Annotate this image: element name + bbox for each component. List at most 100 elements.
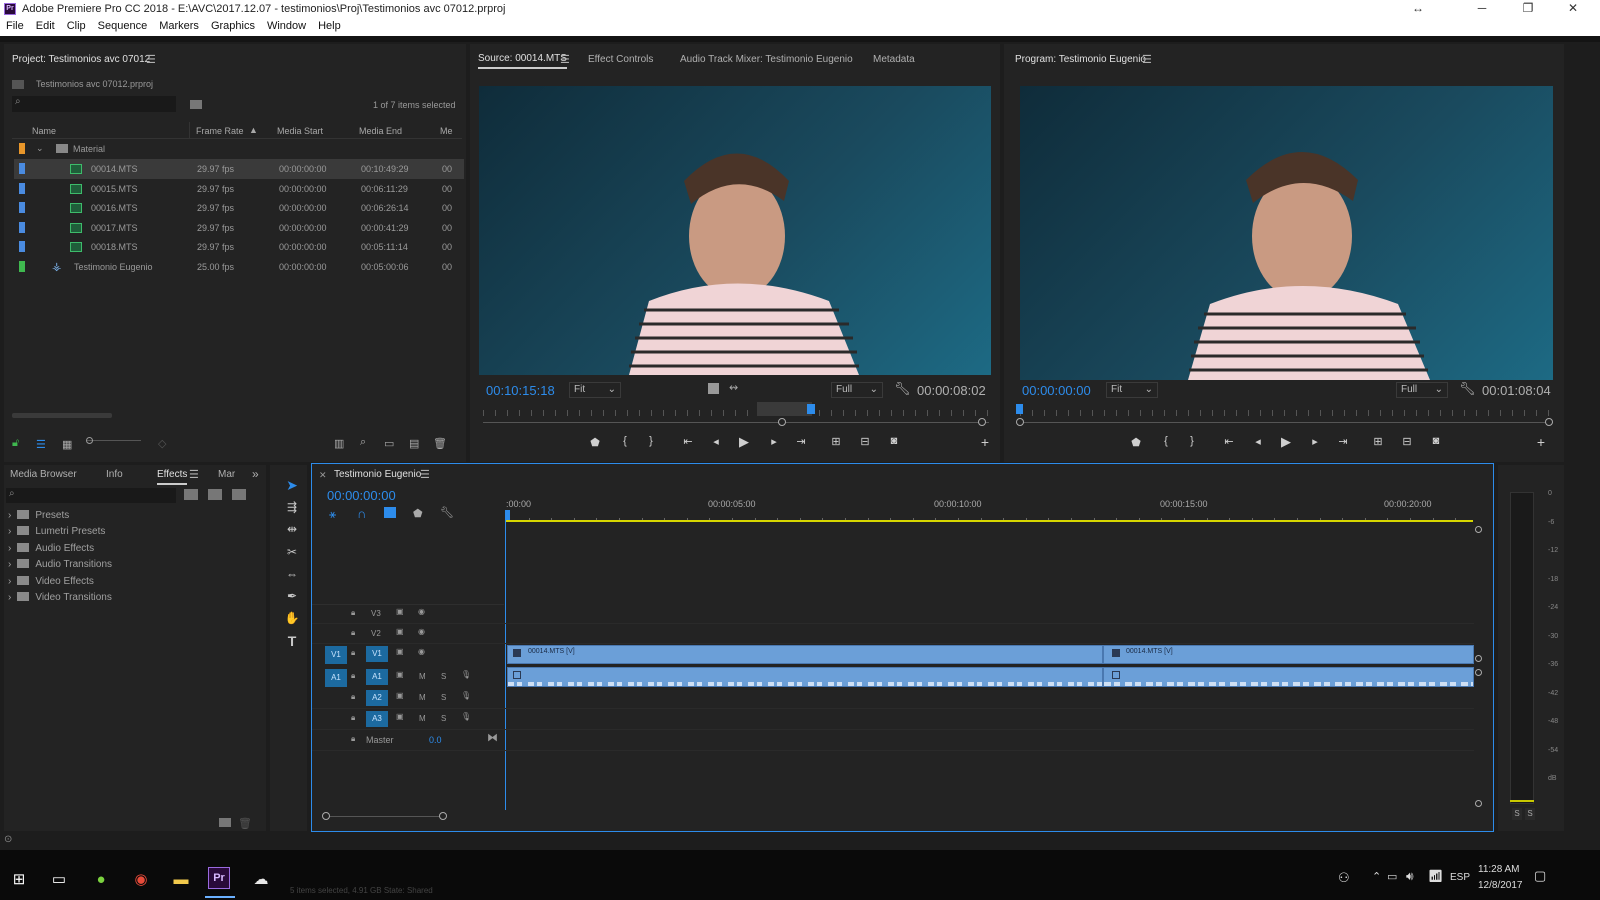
app-icon[interactable]: ☁ [246,865,276,895]
tab-effects[interactable]: Effects [157,469,188,485]
mute-button[interactable]: M [419,693,426,702]
track-select-tool-icon[interactable]: ⇶ [283,500,301,518]
lock-icon[interactable]: 🔒︎ [351,608,355,618]
sort-icon[interactable]: ◇ [158,437,166,450]
solo-button[interactable]: S [441,693,446,702]
solo-button[interactable]: S [441,672,446,681]
camera-icon[interactable]: ◙ [886,435,902,447]
tab-metadata[interactable]: Metadata [873,54,915,65]
chevron-right-icon[interactable]: › [8,526,11,537]
col-media-start[interactable]: Media Start [277,126,323,136]
program-time-ruler[interactable] [1020,410,1553,416]
vertical-scroll-handle[interactable] [1475,800,1482,807]
wrench-icon[interactable]: 🔧︎ [894,381,911,397]
insert-icon[interactable]: ⊞ [828,435,844,448]
premiere-taskbar-icon[interactable]: Pr [208,867,230,889]
add-marker-icon[interactable]: ⬟ [1128,436,1144,449]
utorrent-icon[interactable]: ● [86,865,116,895]
track-v1-target[interactable]: V1 [366,646,388,662]
program-playhead[interactable] [1016,404,1023,414]
sync-lock-icon[interactable]: ▣ [396,712,404,721]
add-marker-icon[interactable]: ⬟ [587,436,603,449]
zoom-bar-handle[interactable] [1545,418,1553,426]
overflow-tabs-icon[interactable]: » [252,467,259,481]
video-clip[interactable]: 00014.MTS [V] [1103,645,1474,664]
step-back-icon[interactable]: ◂ [708,435,724,448]
panel-menu-icon[interactable]: ☰ [146,53,156,66]
table-row[interactable]: ⚶ Testimonio Eugenio 25.00 fps 00:00:00:00 0… [14,257,464,277]
language-indicator[interactable]: ESP [1450,872,1470,883]
col-name[interactable]: Name [32,126,56,136]
mark-in-icon[interactable]: { [1158,435,1174,447]
volume-icon[interactable]: 🔊︎ [1406,869,1414,884]
new-bin-icon[interactable] [219,818,231,827]
new-bin-icon[interactable]: ▭ [384,437,394,450]
close-button[interactable]: ✕ [1553,1,1593,17]
new-item-icon[interactable]: ▤ [409,437,419,450]
tab-program[interactable]: Program: Testimonio Eugenio [1015,54,1146,65]
menu-edit[interactable]: Edit [30,18,61,32]
effects-folder[interactable]: › Audio Effects [8,542,263,559]
resize-icon[interactable]: ↔ [1398,1,1438,17]
sync-lock-icon[interactable]: ▣ [396,647,404,656]
lock-icon[interactable]: 🔒︎ [351,648,355,658]
source-playhead-timecode[interactable]: 00:10:15:18 [486,383,555,398]
yuv-effects-icon[interactable] [232,489,246,500]
effects-folder[interactable]: › Lumetri Presets [8,526,263,542]
source-patch-v1[interactable]: V1 [325,646,347,664]
zoom-slider-handle[interactable] [86,437,93,444]
track-a1-target[interactable]: A1 [366,669,388,685]
wrench-icon[interactable]: 🔧︎ [1459,381,1476,397]
timeline-playhead-timecode[interactable]: 00:00:00:00 [327,488,396,503]
tab-info[interactable]: Info [106,469,123,480]
tab-effect-controls[interactable]: Effect Controls [588,54,653,65]
zoom-bar-handle[interactable] [439,812,447,820]
track-height-handle[interactable] [1475,669,1482,676]
microphone-icon[interactable]: 🎙︎ [461,712,471,721]
track-height-handle[interactable] [1475,655,1482,662]
eye-icon[interactable]: ◉ [418,647,425,656]
notifications-icon[interactable]: ▢ [1534,868,1546,884]
hand-tool-icon[interactable]: ✋ [283,611,301,629]
vertical-scroll-handle[interactable] [1475,526,1482,533]
camera-icon[interactable]: ◙ [1428,435,1444,447]
tab-markers[interactable]: Mar [218,469,235,480]
chevron-right-icon[interactable]: › [8,592,11,603]
panel-menu-icon[interactable]: ☰ [420,468,430,481]
trash-icon[interactable]: 🗑︎ [238,817,252,830]
track-a3-target[interactable]: A3 [366,711,388,727]
lift-icon[interactable]: ⊞ [1370,435,1386,448]
audio-clip[interactable] [1103,667,1474,687]
razor-tool-icon[interactable]: ✂ [283,545,301,563]
drag-video-icon[interactable] [708,383,719,394]
col-me[interactable]: Me [440,126,453,136]
source-zoom-bar[interactable] [483,422,989,423]
sync-lock-icon[interactable]: ▣ [396,627,404,636]
automate-icon[interactable]: ▥ [334,437,344,450]
overwrite-icon[interactable]: ⊟ [857,435,873,448]
lock-icon[interactable]: 🔒︎ [351,692,355,702]
table-row[interactable]: 00017.MTS 29.97 fps 00:00:00:00 00:00:41:29… [14,218,464,238]
mute-button[interactable]: M [419,672,426,681]
panel-menu-icon[interactable]: ☰ [1142,53,1152,66]
pen-tool-icon[interactable]: ✒ [283,589,301,607]
chevron-right-icon[interactable]: › [8,510,11,521]
minimize-button[interactable]: ─ [1462,1,1502,17]
menu-markers[interactable]: Markers [153,18,205,32]
eye-icon[interactable]: ◉ [418,607,425,616]
project-search-input[interactable]: ⌕ [12,96,176,112]
play-icon[interactable]: ▶ [1278,434,1294,450]
work-area-bar[interactable] [506,520,1473,522]
trash-icon[interactable]: 🗑︎ [433,437,447,450]
timeline-zoom-bar[interactable] [326,816,446,817]
microphone-icon[interactable]: 🎙︎ [461,691,471,700]
snap-magnet-icon[interactable]: ∩ [357,506,366,521]
source-time-ruler[interactable] [483,410,989,416]
restore-button[interactable]: ❐ [1508,1,1548,17]
master-volume[interactable]: 0.0 [429,735,442,745]
menu-clip[interactable]: Clip [61,18,92,32]
step-forward-icon[interactable]: ▸ [766,435,782,448]
effects-search-input[interactable]: ⌕ [6,488,176,503]
linked-selection-icon[interactable] [384,507,396,518]
tab-media-browser[interactable]: Media Browser [10,469,77,480]
